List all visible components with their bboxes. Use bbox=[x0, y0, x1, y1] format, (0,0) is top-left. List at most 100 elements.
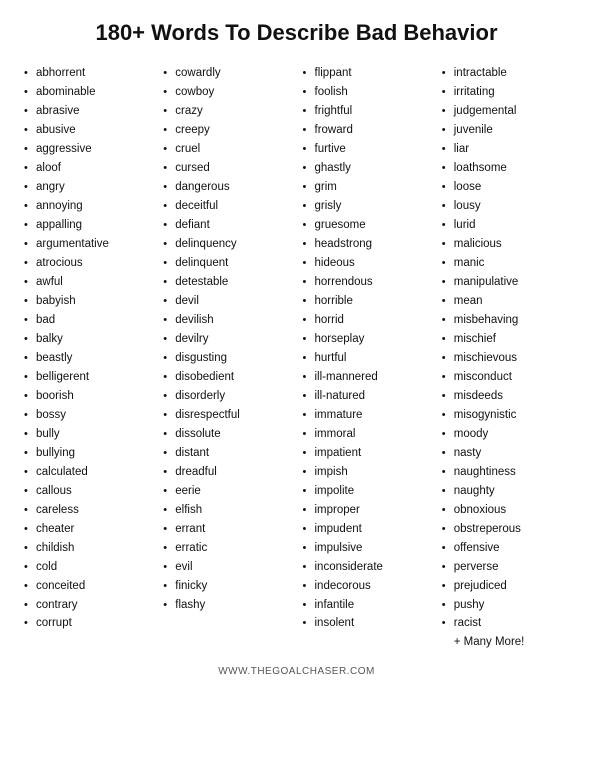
list-item: froward bbox=[301, 121, 432, 140]
list-item: crazy bbox=[161, 102, 292, 121]
list-item: mischievous bbox=[440, 349, 571, 368]
list-item: horrible bbox=[301, 292, 432, 311]
list-item: moody bbox=[440, 425, 571, 444]
list-item: ill-mannered bbox=[301, 368, 432, 387]
list-item: cheater bbox=[22, 520, 153, 539]
list-item: inconsiderate bbox=[301, 558, 432, 577]
list-item: corrupt bbox=[22, 614, 153, 633]
list-item: horrendous bbox=[301, 273, 432, 292]
list-item: aloof bbox=[22, 159, 153, 178]
list-item: deceitful bbox=[161, 197, 292, 216]
list-item: dangerous bbox=[161, 178, 292, 197]
list-item: foolish bbox=[301, 83, 432, 102]
list-item: elfish bbox=[161, 501, 292, 520]
list-item: callous bbox=[22, 482, 153, 501]
list-item: cursed bbox=[161, 159, 292, 178]
list-item: argumentative bbox=[22, 235, 153, 254]
list-item: impish bbox=[301, 463, 432, 482]
list-item: ghastly bbox=[301, 159, 432, 178]
list-item: abominable bbox=[22, 83, 153, 102]
list-item: furtive bbox=[301, 140, 432, 159]
list-item: misbehaving bbox=[440, 311, 571, 330]
list-item: immature bbox=[301, 406, 432, 425]
list-item: eerie bbox=[161, 482, 292, 501]
list-item: frightful bbox=[301, 102, 432, 121]
list-item: prejudiced bbox=[440, 577, 571, 596]
list-item: hideous bbox=[301, 254, 432, 273]
list-item: calculated bbox=[22, 463, 153, 482]
list-item: dissolute bbox=[161, 425, 292, 444]
list-item: impulsive bbox=[301, 539, 432, 558]
list-item: disorderly bbox=[161, 387, 292, 406]
list-item: juvenile bbox=[440, 121, 571, 140]
more-words-label: + Many More! bbox=[440, 633, 571, 652]
list-item: obstreperous bbox=[440, 520, 571, 539]
list-item: lurid bbox=[440, 216, 571, 235]
list-item: flashy bbox=[161, 596, 292, 615]
list-item: cowardly bbox=[161, 64, 292, 83]
list-item: loose bbox=[440, 178, 571, 197]
word-columns: abhorrentabominableabrasiveabusiveaggres… bbox=[18, 64, 575, 652]
footer-url: WWW.THEGOALCHASER.COM bbox=[18, 666, 575, 677]
list-item: offensive bbox=[440, 539, 571, 558]
list-item: bullying bbox=[22, 444, 153, 463]
word-column-1: abhorrentabominableabrasiveabusiveaggres… bbox=[18, 64, 157, 652]
list-item: devil bbox=[161, 292, 292, 311]
list-item: defiant bbox=[161, 216, 292, 235]
list-item: beastly bbox=[22, 349, 153, 368]
list-item: grim bbox=[301, 178, 432, 197]
word-column-2: cowardlycowboycrazycreepycruelcurseddang… bbox=[157, 64, 296, 652]
list-item: belligerent bbox=[22, 368, 153, 387]
list-item: naughtiness bbox=[440, 463, 571, 482]
list-item: obnoxious bbox=[440, 501, 571, 520]
list-item: naughty bbox=[440, 482, 571, 501]
list-item: manic bbox=[440, 254, 571, 273]
list-item: bad bbox=[22, 311, 153, 330]
list-item: bossy bbox=[22, 406, 153, 425]
list-item: perverse bbox=[440, 558, 571, 577]
list-item: cruel bbox=[161, 140, 292, 159]
list-item: misogynistic bbox=[440, 406, 571, 425]
list-item: misdeeds bbox=[440, 387, 571, 406]
list-item: careless bbox=[22, 501, 153, 520]
list-item: erratic bbox=[161, 539, 292, 558]
list-item: abrasive bbox=[22, 102, 153, 121]
list-item: horrid bbox=[301, 311, 432, 330]
list-item: distant bbox=[161, 444, 292, 463]
list-item: cowboy bbox=[161, 83, 292, 102]
list-item: abusive bbox=[22, 121, 153, 140]
list-item: impudent bbox=[301, 520, 432, 539]
list-item: racist bbox=[440, 614, 571, 633]
list-item: infantile bbox=[301, 596, 432, 615]
list-item: delinquent bbox=[161, 254, 292, 273]
list-item: childish bbox=[22, 539, 153, 558]
page-title: 180+ Words To Describe Bad Behavior bbox=[18, 20, 575, 46]
list-item: contrary bbox=[22, 596, 153, 615]
list-item: abhorrent bbox=[22, 64, 153, 83]
list-item: balky bbox=[22, 330, 153, 349]
list-item: gruesome bbox=[301, 216, 432, 235]
list-item: disgusting bbox=[161, 349, 292, 368]
list-item: judgemental bbox=[440, 102, 571, 121]
list-item: annoying bbox=[22, 197, 153, 216]
list-item: lousy bbox=[440, 197, 571, 216]
list-item: evil bbox=[161, 558, 292, 577]
list-item: angry bbox=[22, 178, 153, 197]
list-item: mischief bbox=[440, 330, 571, 349]
list-item: indecorous bbox=[301, 577, 432, 596]
list-item: devilish bbox=[161, 311, 292, 330]
list-item: improper bbox=[301, 501, 432, 520]
list-item: disobedient bbox=[161, 368, 292, 387]
list-item: pushy bbox=[440, 596, 571, 615]
list-item: creepy bbox=[161, 121, 292, 140]
list-item: dreadful bbox=[161, 463, 292, 482]
list-item: atrocious bbox=[22, 254, 153, 273]
list-item: conceited bbox=[22, 577, 153, 596]
list-item: misconduct bbox=[440, 368, 571, 387]
list-item: grisly bbox=[301, 197, 432, 216]
list-item: aggressive bbox=[22, 140, 153, 159]
list-item: impolite bbox=[301, 482, 432, 501]
list-item: bully bbox=[22, 425, 153, 444]
list-item: irritating bbox=[440, 83, 571, 102]
list-item: detestable bbox=[161, 273, 292, 292]
